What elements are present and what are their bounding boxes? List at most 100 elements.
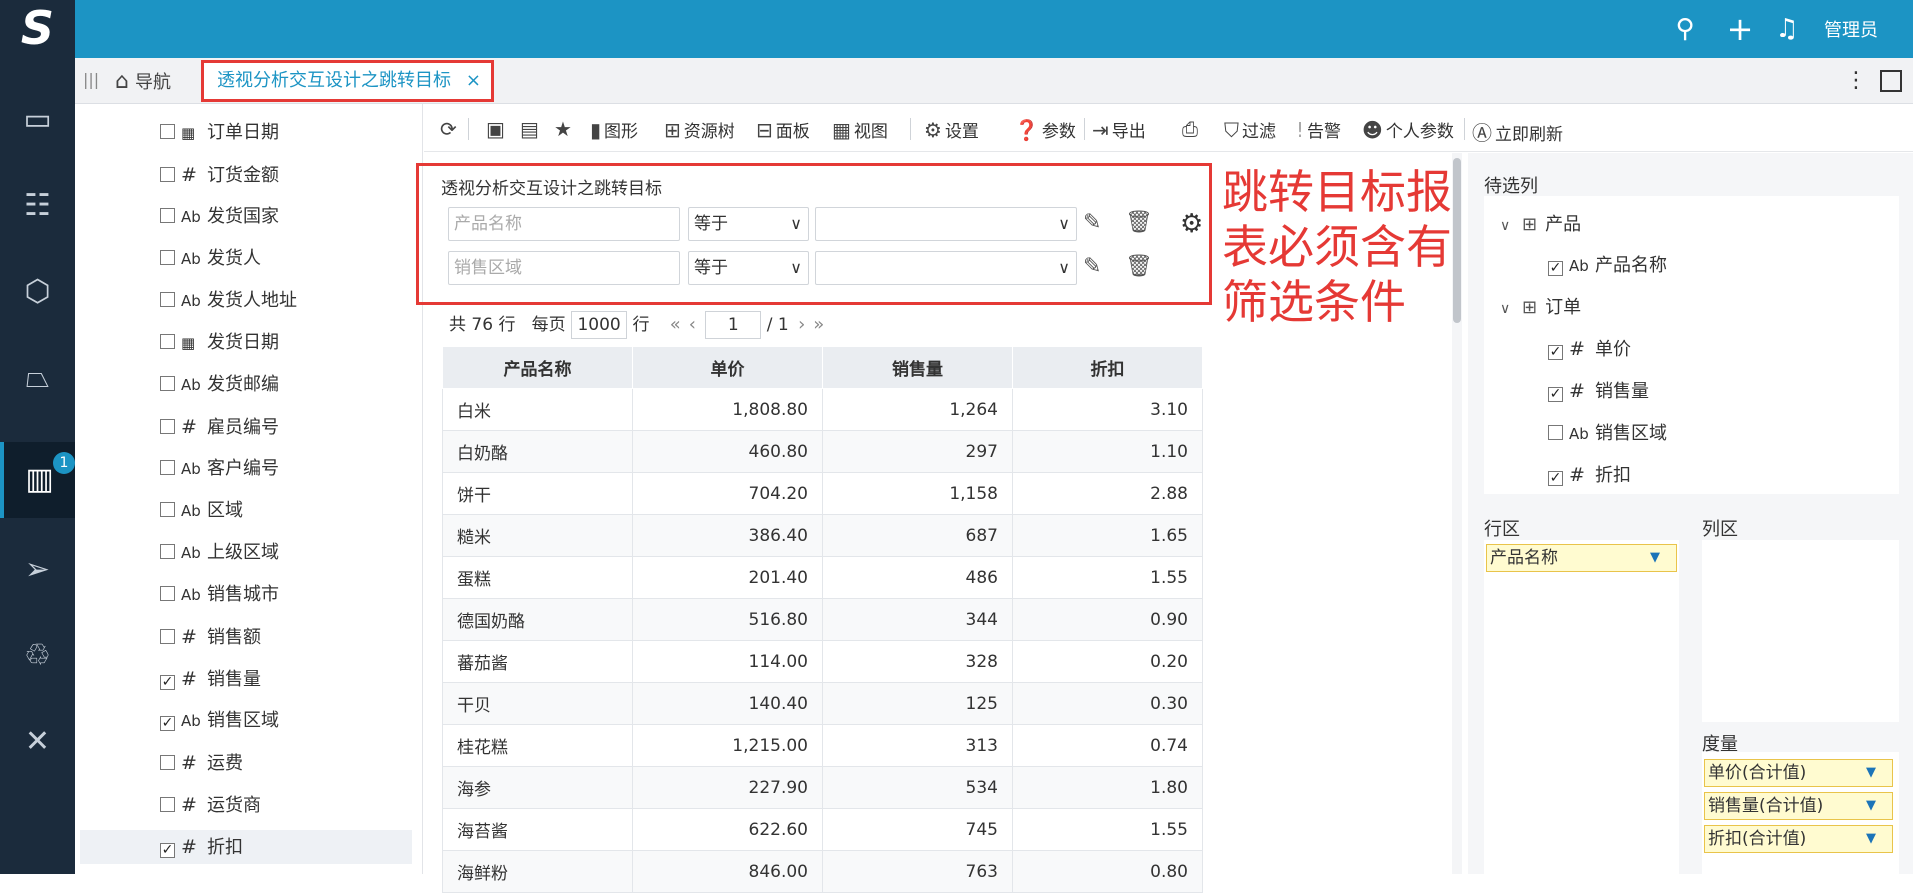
- grip-icon[interactable]: |||: [83, 70, 99, 89]
- checkbox[interactable]: [160, 755, 175, 770]
- checkbox[interactable]: ✓: [160, 843, 175, 858]
- checkbox[interactable]: [160, 502, 175, 517]
- scrollbar-thumb[interactable]: [1453, 158, 1461, 323]
- close-tab-icon[interactable]: ×: [466, 63, 481, 99]
- gear-icon[interactable]: ⚙: [1180, 209, 1203, 239]
- field-item[interactable]: # 销售额: [160, 620, 420, 654]
- checkbox[interactable]: [160, 797, 175, 812]
- checkbox[interactable]: [160, 586, 175, 601]
- search-icon[interactable]: ⚲: [1670, 14, 1700, 44]
- checkbox[interactable]: [160, 292, 175, 307]
- bell-icon[interactable]: ♫: [1772, 14, 1802, 44]
- per-page-input[interactable]: 1000: [571, 311, 628, 339]
- field-item[interactable]: ▦ 订单日期: [160, 116, 420, 150]
- field-item[interactable]: Ab 发货人地址: [160, 284, 420, 318]
- more-vertical-icon[interactable]: ⋮: [1845, 68, 1867, 93]
- tree-node-order[interactable]: ∨ ⊞ 订单: [1500, 293, 1581, 319]
- tree-leaf-unit-price[interactable]: ✓ # 单价: [1548, 335, 1631, 361]
- measure-pill-sales-qty[interactable]: 销售量(合计值) ▼: [1704, 792, 1893, 820]
- delete-trash-icon[interactable]: 🗑: [1125, 210, 1153, 235]
- refresh-now-button[interactable]: Ⓐ 立即刷新: [1472, 117, 1563, 146]
- save-icon[interactable]: ▣: [486, 117, 508, 141]
- field-item[interactable]: Ab 上级区域: [160, 536, 420, 570]
- column-area[interactable]: [1702, 540, 1899, 722]
- cube-icon[interactable]: ⬡: [0, 254, 75, 330]
- checkbox[interactable]: [160, 419, 175, 434]
- field-item[interactable]: Ab 客户编号: [160, 452, 420, 486]
- measure-pill-discount[interactable]: 折扣(合计值) ▼: [1704, 825, 1893, 853]
- alert-button[interactable]: ! 告警: [1296, 117, 1341, 142]
- analysis-chart-icon[interactable]: ▥ 1: [0, 442, 75, 518]
- measure-pill-unit-price[interactable]: 单价(合计值) ▼: [1704, 759, 1893, 787]
- tree-leaf-sales-region[interactable]: Ab 销售区域: [1548, 419, 1667, 445]
- next-page-icon[interactable]: ›: [798, 314, 805, 335]
- filter-value-select-2[interactable]: ∨: [815, 251, 1077, 285]
- row-area[interactable]: [1484, 540, 1679, 874]
- tools-icon[interactable]: ✕: [0, 704, 75, 780]
- save-as-icon[interactable]: ▤: [520, 117, 542, 141]
- field-item[interactable]: ✓ # 销售量: [160, 662, 420, 696]
- tab-navigation[interactable]: ⌂ 导航: [115, 68, 171, 94]
- filter-button[interactable]: ⛉ 过滤: [1224, 117, 1276, 142]
- column-header[interactable]: 产品名称: [442, 346, 633, 389]
- first-page-icon[interactable]: «: [670, 314, 681, 335]
- filter-value-select-1[interactable]: ∨: [815, 207, 1077, 241]
- personal-params-button[interactable]: ☻ 个人参数: [1362, 117, 1454, 142]
- checkbox[interactable]: [160, 629, 175, 644]
- column-header[interactable]: 销售量: [822, 346, 1013, 389]
- layers-icon[interactable]: ⏢: [0, 340, 75, 416]
- last-page-icon[interactable]: »: [813, 314, 824, 335]
- send-icon[interactable]: ➢: [0, 532, 75, 608]
- params-button[interactable]: ❓ 参数: [1014, 117, 1076, 142]
- tree-leaf-product-name[interactable]: ✓ Ab 产品名称: [1548, 251, 1667, 277]
- field-item[interactable]: Ab 发货国家: [160, 200, 420, 234]
- panel-button[interactable]: ⊟ 面板: [756, 117, 810, 142]
- checkbox[interactable]: [160, 544, 175, 559]
- view-button[interactable]: ▦ 视图: [832, 117, 888, 142]
- checkbox[interactable]: [160, 208, 175, 223]
- refresh-arrow-icon[interactable]: ⟳: [440, 117, 460, 141]
- field-item[interactable]: ▦ 发货日期: [160, 326, 420, 360]
- checkbox[interactable]: ✓: [160, 716, 175, 731]
- checkbox[interactable]: [160, 376, 175, 391]
- field-item[interactable]: # 订货金额: [160, 158, 420, 192]
- checkbox[interactable]: ✓: [160, 675, 175, 690]
- checkbox[interactable]: [160, 334, 175, 349]
- tree-node-product[interactable]: ∨ ⊞ 产品: [1500, 210, 1581, 236]
- favorite-star-icon[interactable]: ★: [554, 117, 575, 141]
- delete-trash-icon[interactable]: 🗑: [1125, 254, 1153, 279]
- column-header[interactable]: 折扣: [1012, 346, 1203, 389]
- monitor-icon[interactable]: ▭: [0, 82, 75, 158]
- filter-field-input-1[interactable]: 产品名称: [448, 207, 680, 241]
- filter-field-input-2[interactable]: 销售区域: [448, 251, 680, 285]
- export-button[interactable]: ⇥ 导出: [1092, 117, 1146, 142]
- database-settings-icon[interactable]: ☷: [0, 168, 75, 244]
- tab-active-report[interactable]: 透视分析交互设计之跳转目标 ×: [201, 60, 494, 102]
- field-item[interactable]: # 运货商: [160, 788, 420, 822]
- edit-pencil-icon[interactable]: ✎: [1083, 254, 1101, 279]
- chart-button[interactable]: ▮ 图形: [590, 117, 638, 142]
- field-item[interactable]: ✓ # 折扣: [80, 830, 412, 864]
- user-menu[interactable]: 管理员: [1824, 16, 1878, 42]
- field-item[interactable]: # 雇员编号: [160, 410, 420, 444]
- field-item[interactable]: Ab 销售城市: [160, 578, 420, 612]
- checkbox[interactable]: [160, 460, 175, 475]
- field-item[interactable]: Ab 发货人: [160, 242, 420, 276]
- filter-operator-select-2[interactable]: 等于 ∨: [688, 251, 809, 285]
- maximize-icon[interactable]: [1880, 70, 1902, 92]
- tree-leaf-sales-qty[interactable]: ✓ # 销售量: [1548, 377, 1649, 403]
- user-settings-icon[interactable]: ♲: [0, 618, 75, 694]
- column-header[interactable]: 单价: [632, 346, 823, 389]
- field-item[interactable]: Ab 发货邮编: [160, 368, 420, 402]
- checkbox[interactable]: [160, 167, 175, 182]
- field-item[interactable]: ✓ Ab 销售区域: [160, 704, 420, 738]
- row-pill-product-name[interactable]: 产品名称 ▼: [1486, 544, 1677, 572]
- page-input[interactable]: 1: [705, 311, 762, 339]
- add-icon[interactable]: +: [1725, 13, 1755, 45]
- field-item[interactable]: Ab 区域: [160, 494, 420, 528]
- checkbox[interactable]: [160, 250, 175, 265]
- tree-leaf-discount[interactable]: ✓ # 折扣: [1548, 461, 1631, 487]
- field-item[interactable]: # 运费: [160, 746, 420, 780]
- edit-pencil-icon[interactable]: ✎: [1083, 210, 1101, 235]
- settings-button[interactable]: ⚙ 设置: [924, 117, 979, 142]
